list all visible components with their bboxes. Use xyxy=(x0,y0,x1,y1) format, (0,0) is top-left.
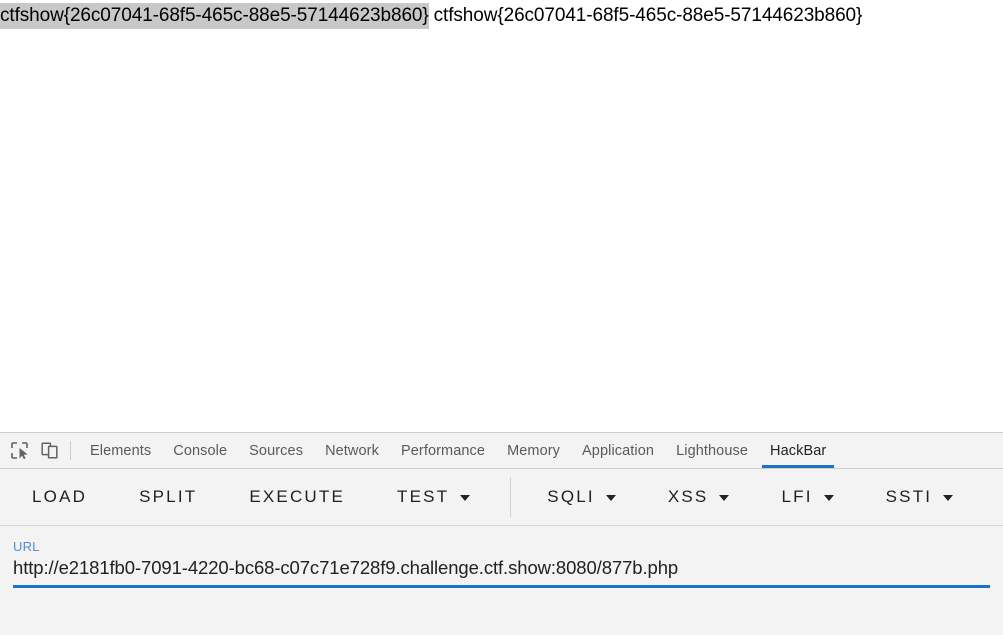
sqli-menu-button[interactable]: SQLI xyxy=(535,477,628,517)
tab-lighthouse-label: Lighthouse xyxy=(676,442,749,459)
hackbar-toolbar: LOAD SPLIT EXECUTE TEST SQLI XSS LFI SST… xyxy=(0,469,1003,526)
tab-memory[interactable]: Memory xyxy=(496,433,571,468)
ssti-menu-label: SSTI xyxy=(885,487,933,506)
split-button-label: SPLIT xyxy=(139,487,198,506)
tab-lighthouse[interactable]: Lighthouse xyxy=(665,433,759,468)
load-button-label: LOAD xyxy=(32,487,88,506)
lfi-menu-label: LFI xyxy=(781,487,813,506)
tab-application-label: Application xyxy=(582,442,655,459)
device-toolbar-icon[interactable] xyxy=(34,437,64,465)
tab-sources[interactable]: Sources xyxy=(238,433,314,468)
execute-button-label: EXECUTE xyxy=(249,487,346,506)
hackbar-toolbar-divider xyxy=(510,477,512,517)
url-field-label: URL xyxy=(13,539,40,554)
encoding-menu-button[interactable]: ENCODING xyxy=(993,477,1003,517)
tab-network-label: Network xyxy=(325,442,379,459)
tab-sources-label: Sources xyxy=(249,442,304,459)
ssti-menu-button[interactable]: SSTI xyxy=(874,477,966,517)
tab-elements-label: Elements xyxy=(90,442,152,459)
lfi-menu-button[interactable]: LFI xyxy=(769,477,845,517)
tab-elements[interactable]: Elements xyxy=(79,433,162,468)
tab-performance[interactable]: Performance xyxy=(390,433,496,468)
flag-text-plain[interactable]: ctfshow{26c07041-68f5-465c-88e5-57144623… xyxy=(434,3,863,29)
chevron-down-icon xyxy=(605,495,616,501)
test-menu-button[interactable]: TEST xyxy=(385,477,482,517)
chevron-down-icon xyxy=(943,495,954,501)
load-button[interactable]: LOAD xyxy=(20,477,99,517)
sqli-menu-label: SQLI xyxy=(547,487,595,506)
chevron-down-icon xyxy=(719,495,730,501)
toolbar-divider xyxy=(70,441,71,460)
page-viewport: ctfshow{26c07041-68f5-465c-88e5-57144623… xyxy=(0,0,1003,432)
tab-memory-label: Memory xyxy=(507,442,561,459)
tab-application[interactable]: Application xyxy=(571,433,665,468)
chevron-down-icon xyxy=(823,495,834,501)
xss-menu-button[interactable]: XSS xyxy=(656,477,742,517)
flag-text-line: ctfshow{26c07041-68f5-465c-88e5-57144623… xyxy=(0,3,863,29)
chevron-down-icon xyxy=(460,495,471,501)
url-input-focus-underline xyxy=(13,585,990,588)
tab-performance-label: Performance xyxy=(400,442,486,459)
test-menu-label: TEST xyxy=(397,487,450,506)
execute-button[interactable]: EXECUTE xyxy=(237,477,357,517)
flag-text-selected[interactable]: ctfshow{26c07041-68f5-465c-88e5-57144623… xyxy=(0,3,429,29)
xss-menu-label: XSS xyxy=(667,487,709,506)
tab-network[interactable]: Network xyxy=(314,433,390,468)
tab-hackbar-label: HackBar xyxy=(770,442,827,459)
inspect-element-icon[interactable] xyxy=(4,437,34,465)
split-button[interactable]: SPLIT xyxy=(127,477,209,517)
url-input[interactable] xyxy=(13,557,990,585)
devtools-tabstrip: Elements Console Sources Network Perform… xyxy=(0,433,1003,469)
tab-console[interactable]: Console xyxy=(162,433,238,468)
tab-console-label: Console xyxy=(173,442,228,459)
tab-hackbar[interactable]: HackBar xyxy=(759,433,837,468)
url-field-group: URL xyxy=(13,539,990,588)
devtools-panel: Elements Console Sources Network Perform… xyxy=(0,432,1003,635)
